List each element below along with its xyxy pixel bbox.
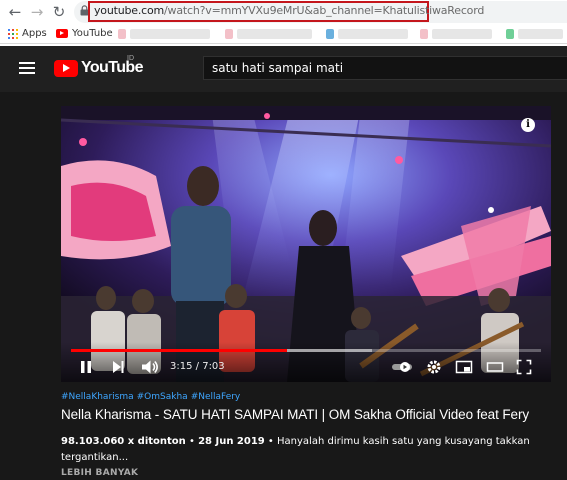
hashtag-link[interactable]: #NellaKharisma xyxy=(61,392,134,402)
video-frame xyxy=(61,106,551,382)
browser-chrome: ← → ↻ youtube.com/watch?v=mmYVXu9eMrU&ab… xyxy=(0,0,567,46)
miniplayer-icon[interactable] xyxy=(455,359,473,375)
blurred-bookmark[interactable] xyxy=(518,29,563,39)
bookmark-apps-label: Apps xyxy=(22,28,47,39)
view-count: 98.103.060 x ditonton xyxy=(61,436,186,447)
youtube-icon xyxy=(56,29,68,38)
watch-page: i 3:15 / 7:03 #NellaKharisma #OmSakha #N… xyxy=(0,92,567,480)
menu-icon[interactable] xyxy=(19,62,35,74)
bookmark-youtube-label: YouTube xyxy=(72,28,113,39)
search-query: satu hati sampai mati xyxy=(212,61,344,75)
blurred-bookmark[interactable] xyxy=(338,29,408,39)
info-icon[interactable]: i xyxy=(521,118,535,132)
url-host: youtube.com xyxy=(94,4,165,17)
progress-bar[interactable] xyxy=(71,349,541,352)
progress-played xyxy=(71,349,288,352)
address-bar-row: ← → ↻ youtube.com/watch?v=mmYVXu9eMrU&ab… xyxy=(0,0,567,24)
next-icon[interactable] xyxy=(111,359,125,375)
theater-mode-icon[interactable] xyxy=(486,359,504,375)
bookmarks-bar: Apps YouTube xyxy=(0,24,567,44)
search-input[interactable]: satu hati sampai mati xyxy=(203,56,567,80)
duration: 7:03 xyxy=(202,361,225,372)
description-line-1: Hanyalah dirimu kasih satu yang kusayang… xyxy=(277,436,530,447)
video-description[interactable]: 98.103.060 x ditonton • 28 Jun 2019 • Ha… xyxy=(61,434,531,466)
blurred-bookmark-icon xyxy=(225,29,233,39)
bookmark-youtube[interactable]: YouTube xyxy=(56,28,113,39)
video-title: Nella Kharisma - SATU HATI SAMPAI MATI |… xyxy=(61,407,529,422)
url-path: /watch?v=mmYVXu9eMrU&ab_channel=Khatulis… xyxy=(164,4,485,17)
forward-arrow-icon[interactable]: → xyxy=(28,3,46,21)
url-text[interactable]: youtube.com/watch?v=mmYVXu9eMrU&ab_chann… xyxy=(94,4,484,17)
time-display: 3:15 / 7:03 xyxy=(170,361,225,372)
settings-gear-icon[interactable] xyxy=(426,359,442,375)
autoplay-toggle-icon[interactable] xyxy=(391,359,413,375)
youtube-logo-icon xyxy=(54,59,78,77)
hashtag-link[interactable]: #NellaFery xyxy=(191,392,241,402)
pause-icon[interactable] xyxy=(79,359,93,375)
blurred-bookmark-icon xyxy=(326,29,334,39)
bookmark-apps[interactable]: Apps xyxy=(8,28,47,39)
show-more-button[interactable]: LEBIH BANYAK xyxy=(61,468,138,478)
blurred-bookmark[interactable] xyxy=(130,29,210,39)
blurred-bookmark-icon xyxy=(506,29,514,39)
back-arrow-icon[interactable]: ← xyxy=(6,3,24,21)
country-code: ID xyxy=(127,55,134,62)
volume-icon[interactable] xyxy=(141,359,159,375)
upload-date: 28 Jun 2019 xyxy=(198,436,265,447)
youtube-header: YouTube ID satu hati sampai mati xyxy=(0,46,567,92)
apps-grid-icon xyxy=(8,28,18,39)
reload-icon[interactable]: ↻ xyxy=(50,3,68,21)
blurred-bookmark[interactable] xyxy=(237,29,312,39)
hashtag-row: #NellaKharisma #OmSakha #NellaFery xyxy=(61,392,243,402)
blurred-bookmark-icon xyxy=(118,29,126,39)
current-time: 3:15 xyxy=(170,361,193,372)
video-player[interactable]: i 3:15 / 7:03 xyxy=(61,106,551,382)
controls-gradient xyxy=(61,342,551,382)
fullscreen-icon[interactable] xyxy=(516,359,532,375)
description-line-2: tergantikan... xyxy=(61,452,129,463)
blurred-bookmark-icon xyxy=(420,29,428,39)
blurred-bookmark[interactable] xyxy=(432,29,492,39)
hashtag-link[interactable]: #OmSakha xyxy=(137,392,188,402)
